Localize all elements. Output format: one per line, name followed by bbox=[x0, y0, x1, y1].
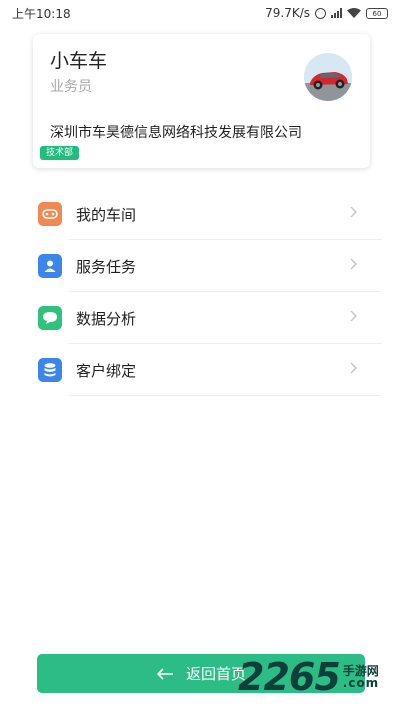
chevron-right-icon bbox=[350, 258, 357, 270]
status-bar: 上午10:18 79.7K/s 60 bbox=[0, 0, 400, 26]
menu-item-customer-binding[interactable]: 客户绑定 bbox=[0, 344, 400, 396]
wifi-icon bbox=[347, 8, 361, 18]
arrow-left-icon bbox=[156, 667, 173, 680]
return-home-label: 返回首页 bbox=[185, 665, 246, 683]
user-role: 业务员 bbox=[50, 79, 92, 95]
menu-item-data-analysis[interactable]: 数据分析 bbox=[0, 292, 400, 344]
database-icon bbox=[38, 358, 62, 382]
menu-item-service-tasks[interactable]: 服务任务 bbox=[0, 240, 400, 292]
menu-list: 我的车间 服务任务 数据分析 客户绑定 bbox=[0, 188, 400, 396]
chevron-right-icon bbox=[350, 310, 357, 322]
department-badge: 技术部 bbox=[40, 146, 80, 160]
gamepad-icon bbox=[38, 202, 62, 226]
alarm-icon bbox=[315, 7, 326, 19]
watermark-number: 2265 bbox=[238, 655, 341, 699]
chevron-right-icon bbox=[350, 362, 357, 374]
car-photo-icon bbox=[304, 53, 352, 101]
status-time: 上午10:18 bbox=[12, 6, 71, 21]
user-name: 小车车 bbox=[50, 50, 108, 72]
signal-icon bbox=[331, 8, 342, 18]
menu-item-label: 服务任务 bbox=[76, 258, 137, 276]
watermark-suffix: .com bbox=[342, 676, 380, 690]
net-speed: 79.7K/s bbox=[265, 6, 310, 20]
user-icon bbox=[38, 254, 62, 278]
chat-icon bbox=[38, 306, 62, 330]
menu-item-label: 我的车间 bbox=[76, 206, 137, 224]
menu-item-label: 客户绑定 bbox=[76, 362, 137, 380]
profile-card[interactable]: 小车车 业务员 深圳市车昊德信息网络科技发展有限公司 技术部 bbox=[33, 34, 370, 168]
menu-item-label: 数据分析 bbox=[76, 310, 137, 328]
avatar[interactable] bbox=[304, 53, 352, 101]
menu-item-workshop[interactable]: 我的车间 bbox=[0, 188, 400, 240]
chevron-right-icon bbox=[350, 206, 357, 218]
battery-icon: 60 bbox=[366, 7, 388, 19]
company-name: 深圳市车昊德信息网络科技发展有限公司 bbox=[50, 125, 302, 141]
site-watermark: 2265 手游网 .com bbox=[238, 654, 379, 700]
status-indicators: 79.7K/s 60 bbox=[265, 6, 388, 20]
divider bbox=[68, 395, 382, 396]
